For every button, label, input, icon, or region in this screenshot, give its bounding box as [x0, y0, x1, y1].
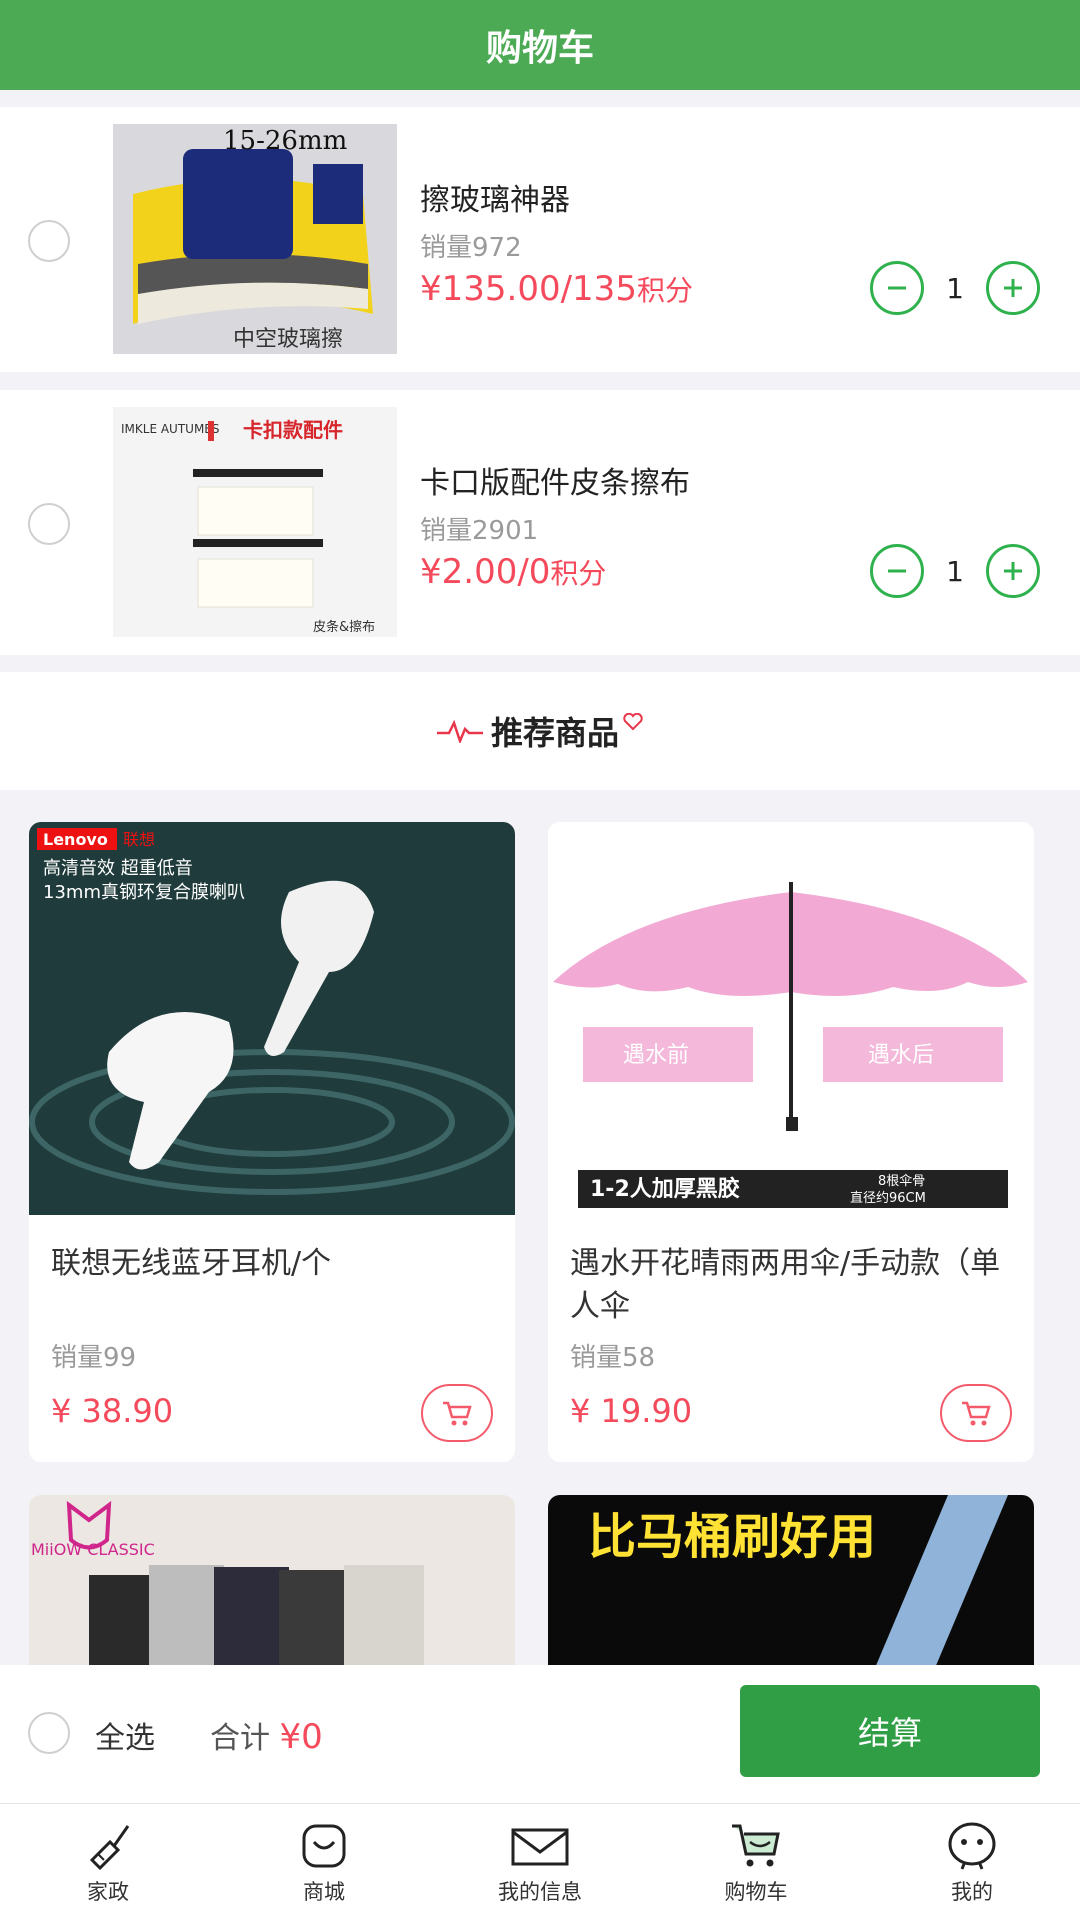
add-to-cart-button[interactable]	[421, 1384, 493, 1442]
bottom-tab-bar: 家政 商城 我的信息 购物车 我的	[0, 1803, 1080, 1921]
face-icon	[948, 1822, 996, 1870]
total: 合计 ¥0	[210, 1713, 323, 1757]
quantity-value: 1	[946, 271, 964, 305]
cart-icon	[962, 1401, 991, 1426]
minus-icon	[888, 569, 906, 573]
broom-icon	[89, 1824, 130, 1870]
image-caption-top: 15-26mm	[223, 126, 347, 156]
quantity-value: 1	[946, 554, 964, 588]
decrease-button[interactable]	[870, 261, 924, 315]
tab-housekeeping[interactable]: 家政	[0, 1804, 216, 1921]
increase-button[interactable]	[986, 544, 1040, 598]
tab-me[interactable]: 我的	[864, 1804, 1080, 1921]
image-brand: Lenovo	[43, 830, 108, 849]
image-label-after: 遇水后	[868, 1043, 934, 1068]
image-caption-bottom: 中空玻璃擦	[233, 327, 343, 352]
product-card[interactable]: Lenovo 联想 高清音效 超重低音 13mm真钢环复合膜喇叭 联想无线蓝牙耳…	[29, 822, 515, 1462]
add-to-cart-button[interactable]	[940, 1384, 1012, 1442]
tab-mall[interactable]: 商城	[216, 1804, 432, 1921]
select-all-radio[interactable]	[28, 1712, 70, 1754]
product-sales: 销量58	[570, 1343, 656, 1373]
heart-icon	[623, 713, 643, 731]
product-price: ¥ 38.90	[51, 1392, 174, 1430]
image-band-right-2: 直径约96CM	[850, 1191, 926, 1206]
select-all-label[interactable]: 全选	[95, 1713, 155, 1757]
cart-icon	[443, 1401, 472, 1426]
points-label: 积分	[636, 274, 693, 307]
tab-my-messages[interactable]: 我的信息	[432, 1804, 648, 1921]
checkout-button[interactable]: 结算	[740, 1685, 1040, 1777]
cart-icon	[732, 1824, 780, 1866]
item-sales: 销量2901	[420, 516, 539, 546]
minus-icon	[888, 286, 906, 290]
image-brand: MiiOW CLASSIC	[31, 1540, 155, 1559]
tab-label: 家政	[87, 1879, 129, 1904]
plus-icon	[1004, 562, 1022, 580]
price-value: ¥135.00/135	[420, 269, 637, 309]
product-title[interactable]: 遇水开花晴雨两用伞/手动款（单人伞	[570, 1242, 1010, 1328]
image-line-2: 13mm真钢环复合膜喇叭	[43, 882, 245, 903]
page-header: 购物车	[0, 0, 1080, 90]
product-card[interactable]: 遇水前 遇水后 1-2人加厚黑胶 8根伞骨 直径约96CM 遇水开花晴雨两用伞/…	[548, 822, 1034, 1462]
item-select-radio[interactable]	[28, 220, 70, 262]
total-label: 合计	[210, 1721, 270, 1756]
points-label: 积分	[550, 557, 607, 590]
product-image[interactable]: 遇水前 遇水后 1-2人加厚黑胶 8根伞骨 直径约96CM	[548, 822, 1034, 1215]
tab-cart[interactable]: 购物车	[648, 1804, 864, 1921]
increase-button[interactable]	[986, 261, 1040, 315]
item-name[interactable]: 卡口版配件皮条擦布	[420, 458, 690, 502]
cart-item: 15-26mm 中空玻璃擦 擦玻璃神器 销量972 ¥135.00/135积分 …	[0, 107, 1080, 372]
image-band-right-1: 8根伞骨	[878, 1173, 925, 1189]
total-amount: ¥0	[279, 1717, 323, 1757]
product-image[interactable]: 15-26mm 中空玻璃擦	[113, 124, 397, 354]
image-band-left: 1-2人加厚黑胶	[590, 1176, 740, 1202]
image-brand: IMKLE AUTUMES	[121, 422, 220, 436]
quantity-stepper: 1	[870, 544, 1040, 598]
product-sales: 销量99	[51, 1343, 137, 1373]
recommend-title: 推荐商品	[490, 714, 619, 752]
envelope-icon	[511, 1828, 569, 1865]
decrease-button[interactable]	[870, 544, 924, 598]
recommend-header: 推荐商品	[0, 672, 1080, 790]
checkout-bar: 全选 合计 ¥0 结算	[0, 1665, 1080, 1803]
image-brand-cn: 联想	[123, 830, 155, 849]
image-caption-bottom: 皮条&擦布	[313, 619, 375, 635]
tab-label: 商城	[303, 1879, 345, 1904]
product-title[interactable]: 联想无线蓝牙耳机/个	[51, 1242, 491, 1285]
pulse-icon	[436, 719, 483, 743]
tab-label: 我的信息	[498, 1879, 582, 1904]
page-title: 购物车	[485, 28, 594, 69]
image-headline: 比马桶刷好用	[588, 1509, 876, 1565]
image-line-1: 高清音效 超重低音	[43, 858, 193, 879]
item-select-radio[interactable]	[28, 503, 70, 545]
product-image[interactable]: IMKLE AUTUMES 卡扣款配件 皮条&擦布	[113, 407, 397, 637]
image-caption-top: 卡扣款配件	[243, 418, 343, 442]
item-price: ¥135.00/135积分	[420, 269, 693, 309]
item-sales: 销量972	[420, 233, 522, 263]
price-value: ¥2.00/0	[420, 552, 551, 592]
image-label-before: 遇水前	[623, 1043, 689, 1068]
cart-item: IMKLE AUTUMES 卡扣款配件 皮条&擦布 卡口版配件皮条擦布 销量29…	[0, 390, 1080, 655]
smile-bag-icon	[302, 1824, 346, 1867]
tab-label: 我的	[951, 1879, 993, 1904]
plus-icon	[1004, 279, 1022, 297]
item-name[interactable]: 擦玻璃神器	[420, 175, 570, 219]
tab-label: 购物车	[724, 1879, 788, 1904]
item-price: ¥2.00/0积分	[420, 552, 606, 592]
quantity-stepper: 1	[870, 261, 1040, 315]
product-image[interactable]: Lenovo 联想 高清音效 超重低音 13mm真钢环复合膜喇叭	[29, 822, 515, 1215]
product-price: ¥ 19.90	[570, 1392, 693, 1430]
